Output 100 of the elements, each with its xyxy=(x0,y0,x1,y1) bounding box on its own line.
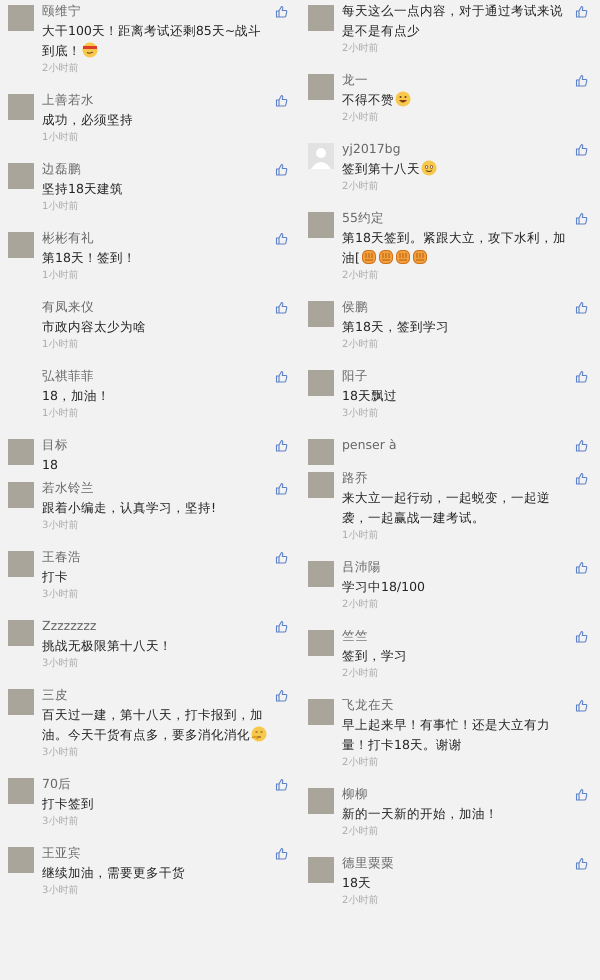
user-name: 路乔 xyxy=(342,469,369,487)
thumbs-up-icon[interactable] xyxy=(275,5,288,18)
thumbs-up-icon[interactable] xyxy=(575,5,588,18)
photo-placeholder xyxy=(308,212,334,238)
timestamp: 2小时前 xyxy=(342,42,380,56)
thumbs-up-icon[interactable] xyxy=(275,232,288,245)
thumbs-up-icon[interactable] xyxy=(575,143,588,156)
timestamp: 2小时前 xyxy=(342,268,380,283)
thumbs-up-icon[interactable] xyxy=(275,847,288,860)
timestamp: 1小时前 xyxy=(42,200,80,214)
timestamp: 1小时前 xyxy=(42,338,80,352)
thumbs-up-icon[interactable] xyxy=(575,472,588,485)
photo-placeholder xyxy=(8,620,34,646)
user-name: 目标 xyxy=(42,436,69,454)
user-name: 龙一 xyxy=(342,71,369,89)
comment-text: 早上起来早！有事忙！还是大立有力量！打卡18天。谢谢 xyxy=(342,716,551,754)
thumbs-up-icon[interactable] xyxy=(575,439,588,452)
comment-text: 第18天！签到！ xyxy=(42,249,137,267)
user-name: 吕沛陽 xyxy=(342,558,382,576)
comment-text: 签到，学习 xyxy=(342,647,408,665)
thumbs-up-icon[interactable] xyxy=(275,301,288,314)
thumbs-up-icon[interactable] xyxy=(275,620,288,633)
comment-text: 第18天，签到学习 xyxy=(342,318,450,336)
user-name: 柳柳 xyxy=(342,785,369,803)
user-name: 王春浩 xyxy=(42,548,82,566)
user-name: 弘祺菲菲 xyxy=(42,367,95,385)
thumbs-up-icon[interactable] xyxy=(275,482,288,495)
thumbs-up-icon[interactable] xyxy=(575,370,588,383)
photo-placeholder xyxy=(308,472,334,498)
timestamp: 2小时前 xyxy=(342,894,380,908)
thumbs-up-icon[interactable] xyxy=(575,857,588,870)
user-name: 飞龙在天 xyxy=(342,696,395,714)
photo-placeholder xyxy=(308,699,334,725)
comment-text: 挑战无极限第十八天！ xyxy=(42,637,173,655)
photo-placeholder xyxy=(308,788,334,814)
photo-placeholder xyxy=(308,630,334,656)
comment-text: 18天飘过 xyxy=(342,387,398,405)
timestamp: 3小时前 xyxy=(42,746,80,760)
user-name: 三皮 xyxy=(42,686,69,704)
timestamp: 2小时前 xyxy=(342,756,380,770)
thumbs-up-icon[interactable] xyxy=(575,699,588,712)
comment-text: 继续加油，需要更多干货 xyxy=(42,864,186,882)
user-name: 若水铃兰 xyxy=(42,479,95,497)
user-name: 边磊鹏 xyxy=(42,160,82,178)
timestamp: 3小时前 xyxy=(42,588,80,602)
thumbs-up-icon[interactable] xyxy=(575,301,588,314)
user-name: 阳子 xyxy=(342,367,369,385)
smiley-icon xyxy=(421,160,437,176)
photo-placeholder xyxy=(8,482,34,508)
comment-text: 成功，必须坚持 xyxy=(42,111,134,129)
timestamp: 2小时前 xyxy=(342,666,380,681)
user-name: 王亚宾 xyxy=(42,844,82,862)
thumbs-up-icon[interactable] xyxy=(275,163,288,176)
thinking-face-icon xyxy=(251,726,267,742)
photo-placeholder xyxy=(8,439,34,465)
comment-text: 打卡 xyxy=(42,568,69,586)
fist-icon xyxy=(360,249,377,265)
comment-text: 坚持18天建筑 xyxy=(42,180,124,198)
timestamp: 2小时前 xyxy=(342,598,380,612)
comment-text: 不得不赞 xyxy=(342,90,571,110)
comment-text: 每天这么一点内容，对于通过考试来说是不是有点少 xyxy=(342,2,564,40)
user-name: 竺竺 xyxy=(342,627,369,645)
user-name: 70后 xyxy=(42,775,72,793)
comment-text: 学习中18/100 xyxy=(342,578,426,596)
thumbs-up-icon[interactable] xyxy=(275,439,288,452)
thumbs-up-icon[interactable] xyxy=(575,212,588,225)
timestamp: 2小时前 xyxy=(342,110,380,125)
timestamp: 1小时前 xyxy=(42,406,80,421)
thumbs-up-icon[interactable] xyxy=(575,630,588,643)
photo-placeholder xyxy=(8,689,34,715)
fist-icon xyxy=(378,249,394,265)
user-name: 有凤来仪 xyxy=(42,298,95,316)
fist-icon xyxy=(394,249,411,265)
comment-text: 打卡签到 xyxy=(42,795,95,813)
photo-placeholder xyxy=(308,5,334,31)
photo-placeholder xyxy=(8,232,34,258)
thumbs-up-icon[interactable] xyxy=(275,551,288,564)
user-name: 颐维宁 xyxy=(42,2,82,20)
user-name: yj2017bg xyxy=(342,140,402,158)
smiley-icon xyxy=(82,42,98,58)
timestamp: 3小时前 xyxy=(42,884,80,898)
photo-placeholder xyxy=(8,163,34,189)
thumbs-up-icon[interactable] xyxy=(275,370,288,383)
comment-text: 签到第十八天 xyxy=(342,159,571,179)
thumbs-up-icon[interactable] xyxy=(575,561,588,574)
comment-text: 大干100天！距离考试还剩85天~战斗到底！ xyxy=(42,22,262,60)
thumbs-up-icon[interactable] xyxy=(275,94,288,107)
thumbs-up-icon[interactable] xyxy=(275,689,288,702)
photo-placeholder xyxy=(308,561,334,587)
comment-text: 18 xyxy=(42,456,59,474)
thumbs-up-icon[interactable] xyxy=(275,778,288,791)
photo-placeholder xyxy=(8,5,34,31)
fist-icon xyxy=(412,249,428,265)
thumbs-up-icon[interactable] xyxy=(575,74,588,87)
photo-placeholder xyxy=(8,778,34,804)
photo-placeholder xyxy=(8,847,34,873)
thumbs-up-icon[interactable] xyxy=(575,788,588,801)
photo-placeholder xyxy=(308,74,334,100)
photo-placeholder xyxy=(308,370,334,396)
photo-placeholder xyxy=(8,94,34,120)
